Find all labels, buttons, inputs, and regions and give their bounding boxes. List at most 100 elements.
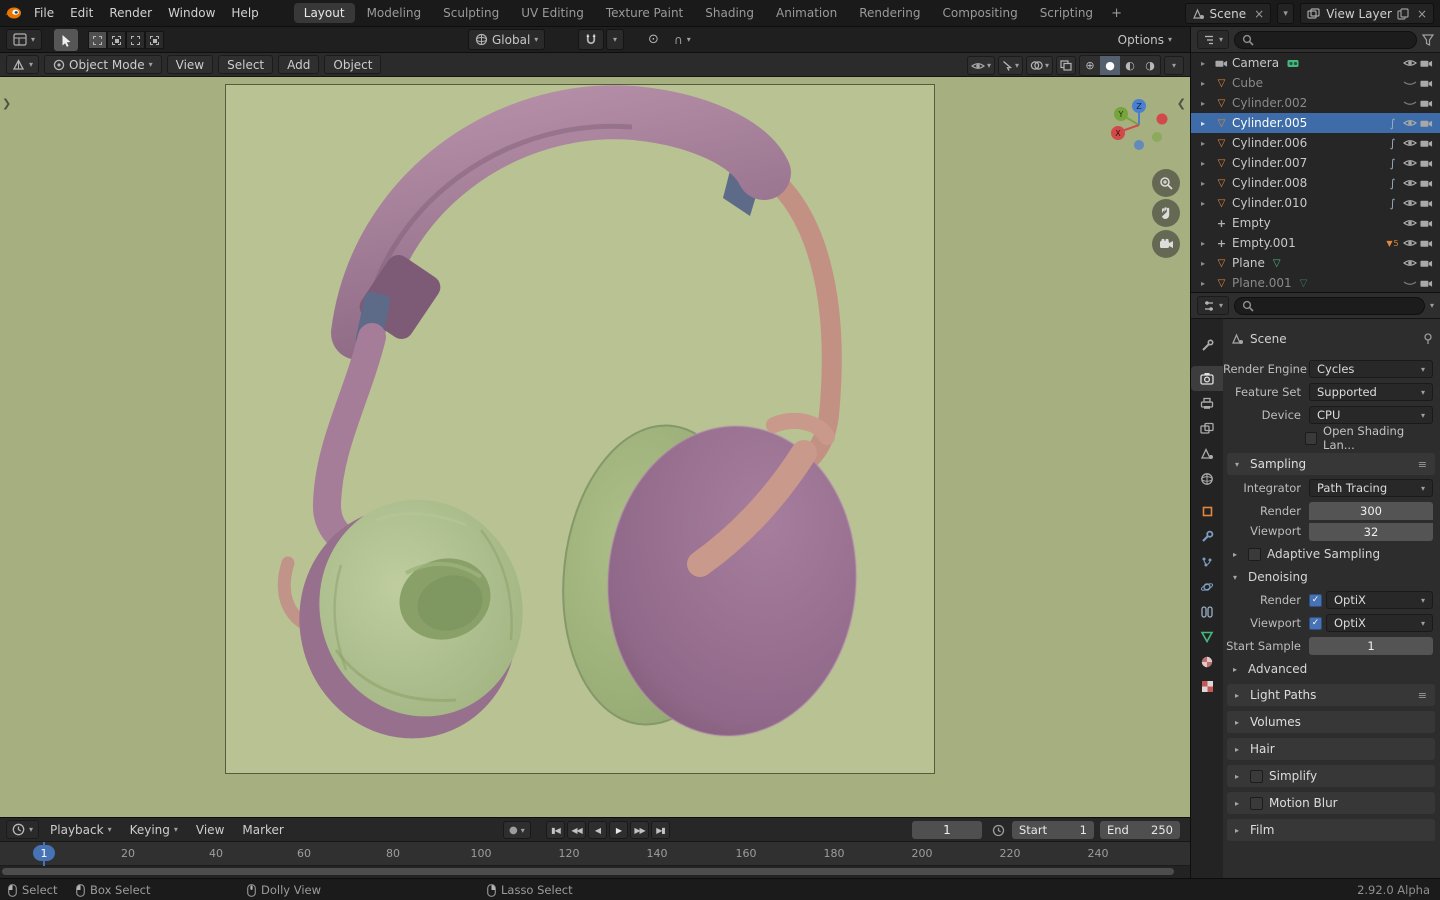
workspace-tab[interactable]: Animation xyxy=(766,3,847,23)
workspace-tab[interactable]: UV Editing xyxy=(511,3,594,23)
shading-material-button[interactable]: ◐ xyxy=(1120,56,1140,75)
menu-view[interactable]: View xyxy=(189,823,231,837)
light-paths-section-header[interactable]: ▸ Light Paths ≡ xyxy=(1227,684,1435,706)
outliner-row[interactable]: ▸ + Empty.001 ▼ 5 xyxy=(1191,233,1440,253)
tab-render[interactable] xyxy=(1191,366,1223,391)
next-keyframe-button[interactable]: ▶▶ xyxy=(630,821,649,839)
proportional-falloff-button[interactable]: ∩ ▾ xyxy=(668,29,697,50)
scene-browse-button[interactable]: ▾ xyxy=(1277,3,1295,24)
pin-icon[interactable] xyxy=(1423,333,1433,345)
start-sample-field[interactable]: 1 xyxy=(1309,637,1433,655)
play-button[interactable]: ▶ xyxy=(609,821,628,839)
tab-scene[interactable] xyxy=(1193,441,1221,466)
tab-texture[interactable] xyxy=(1193,674,1221,699)
hide-eye-icon[interactable] xyxy=(1401,218,1418,228)
device-dropdown[interactable]: CPU ▾ xyxy=(1309,406,1433,424)
hide-eye-icon[interactable] xyxy=(1401,78,1418,88)
menu-object[interactable]: Object xyxy=(324,55,382,74)
adaptive-sampling-checkbox[interactable] xyxy=(1248,547,1261,561)
proportional-edit-button[interactable]: ⊙ xyxy=(642,29,665,50)
select-mode-set[interactable] xyxy=(88,31,107,49)
new-layer-icon[interactable] xyxy=(1397,7,1409,20)
outliner-row[interactable]: ▸ ▽ Plane.001 ▽ xyxy=(1191,273,1440,293)
overlays-dropdown[interactable]: ▾ xyxy=(1025,56,1053,75)
active-tool-button[interactable] xyxy=(54,29,78,51)
select-mode-extend[interactable] xyxy=(107,31,126,49)
sampling-section-header[interactable]: ▾ Sampling ≡ xyxy=(1227,453,1435,475)
presets-icon[interactable]: ≡ xyxy=(1418,458,1427,471)
remove-layer-icon[interactable]: × xyxy=(1417,7,1427,21)
blender-logo-icon[interactable] xyxy=(0,6,26,20)
menu-file[interactable]: File xyxy=(26,0,62,27)
scene-unlink-icon[interactable]: × xyxy=(1254,7,1264,21)
outliner-row[interactable]: ▸ ▽ Cylinder.010 ∫ xyxy=(1191,193,1440,213)
tab-particles[interactable] xyxy=(1193,549,1221,574)
render-visibility-icon[interactable] xyxy=(1418,58,1435,69)
workspace-tab[interactable]: Shading xyxy=(695,3,764,23)
current-frame-field[interactable]: 1 xyxy=(912,821,982,839)
hide-eye-icon[interactable] xyxy=(1401,118,1418,128)
snap-options-button[interactable]: ▾ xyxy=(606,29,624,50)
auto-key-button[interactable]: ● ▾ xyxy=(503,821,531,839)
expand-icon[interactable]: ▸ xyxy=(1201,179,1213,188)
shading-options-button[interactable]: ▾ xyxy=(1164,56,1184,75)
outliner-row[interactable]: ▸ ▽ Cube xyxy=(1191,73,1440,93)
timeline-scrollbar[interactable] xyxy=(2,868,1174,875)
expand-icon[interactable]: ▸ xyxy=(1201,239,1213,248)
tab-modifiers[interactable] xyxy=(1193,524,1221,549)
menu-window[interactable]: Window xyxy=(160,0,223,27)
simplify-checkbox[interactable] xyxy=(1250,769,1263,783)
hide-eye-icon[interactable] xyxy=(1401,198,1418,208)
render-visibility-icon[interactable] xyxy=(1418,178,1435,189)
tab-view-layer[interactable] xyxy=(1193,416,1221,441)
expand-icon[interactable]: ▸ xyxy=(1201,279,1213,288)
presets-icon[interactable]: ≡ xyxy=(1418,689,1427,702)
properties-editor-type-button[interactable]: ▾ xyxy=(1197,296,1230,315)
workspace-tab[interactable]: Texture Paint xyxy=(596,3,693,23)
editor-type-button[interactable]: ▾ xyxy=(6,29,43,50)
menu-view[interactable]: View xyxy=(166,55,214,74)
zoom-button[interactable] xyxy=(1152,169,1180,197)
menu-edit[interactable]: Edit xyxy=(62,0,101,27)
outliner-row[interactable]: ▸ ▽ Cylinder.006 ∫ xyxy=(1191,133,1440,153)
properties-search-input[interactable] xyxy=(1234,296,1425,315)
menu-add[interactable]: Add xyxy=(278,55,320,74)
workspace-tab[interactable]: Layout xyxy=(293,3,355,23)
render-visibility-icon[interactable] xyxy=(1418,118,1435,129)
tab-physics[interactable] xyxy=(1193,574,1221,599)
tab-tool[interactable] xyxy=(1193,333,1221,358)
denoise-viewport-checkbox[interactable]: ✓ xyxy=(1309,616,1322,630)
outliner-row[interactable]: + Empty xyxy=(1191,213,1440,233)
expand-icon[interactable]: ▸ xyxy=(1201,199,1213,208)
filter-icon[interactable] xyxy=(1422,33,1434,46)
render-visibility-icon[interactable] xyxy=(1418,278,1435,289)
menu-render[interactable]: Render xyxy=(101,0,160,27)
outliner-row[interactable]: ▸ ▽ Cylinder.007 ∫ xyxy=(1191,153,1440,173)
use-preview-range-icon[interactable] xyxy=(992,824,1005,837)
workspace-tab[interactable]: Compositing xyxy=(932,3,1027,23)
hide-eye-icon[interactable] xyxy=(1401,238,1418,248)
tab-object-data[interactable] xyxy=(1193,624,1221,649)
render-visibility-icon[interactable] xyxy=(1418,158,1435,169)
play-reverse-button[interactable]: ◀ xyxy=(588,821,607,839)
menu-keying[interactable]: Keying ▾ xyxy=(123,823,185,837)
view-layer-selector[interactable]: View Layer × xyxy=(1300,3,1434,24)
tab-world[interactable] xyxy=(1193,466,1221,491)
samples-render-field[interactable]: 300 xyxy=(1309,502,1433,520)
menu-select[interactable]: Select xyxy=(218,55,274,74)
toolbar-toggle-icon[interactable]: ❯ xyxy=(2,97,11,110)
tab-material[interactable] xyxy=(1193,649,1221,674)
navigation-gizmo[interactable]: Z Y X xyxy=(1107,93,1171,157)
pan-button[interactable] xyxy=(1152,199,1180,227)
expand-icon[interactable]: ▸ xyxy=(1201,259,1213,268)
scene-selector[interactable]: Scene × xyxy=(1184,3,1272,24)
motion-blur-section-header[interactable]: ▸ Motion Blur xyxy=(1227,792,1435,814)
hide-eye-icon[interactable] xyxy=(1401,98,1418,108)
outliner-row[interactable]: ▸ ▽ Cylinder.008 ∫ xyxy=(1191,173,1440,193)
motion-blur-checkbox[interactable] xyxy=(1250,796,1263,810)
render-visibility-icon[interactable] xyxy=(1418,78,1435,89)
viewport-editor-type-button[interactable]: ▾ xyxy=(6,55,40,74)
expand-icon[interactable]: ▸ xyxy=(1201,159,1213,168)
render-visibility-icon[interactable] xyxy=(1418,98,1435,109)
tab-constraints[interactable] xyxy=(1193,599,1221,624)
